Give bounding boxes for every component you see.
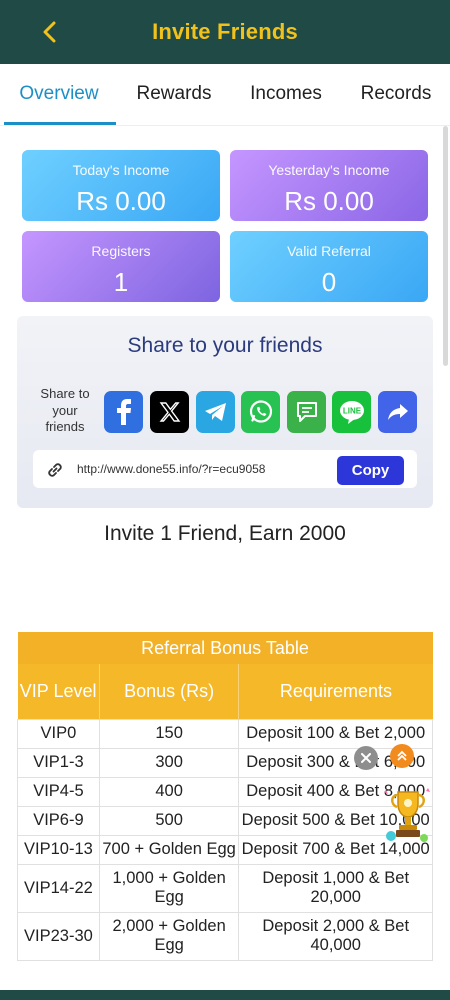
column-header-bonus: Bonus (Rs) <box>99 664 240 719</box>
stat-label: Valid Referral <box>287 243 371 259</box>
valid-referral-card: Valid Referral 0 <box>230 231 428 302</box>
table-row: VIP14-22 1,000 + Golden Egg Deposit 1,00… <box>17 863 433 913</box>
tab-bar: Overview Rewards Incomes Records <box>0 64 450 126</box>
bonus-cell: 2,000 + Golden Egg <box>98 911 240 961</box>
page-title: Invite Friends <box>152 19 298 44</box>
vip-level-cell: VIP1-3 <box>17 747 100 778</box>
vip-level-cell: VIP14-22 <box>17 863 100 913</box>
bonus-cell: 150 <box>98 718 240 749</box>
facebook-icon <box>116 399 131 425</box>
stat-label: Registers <box>91 243 151 259</box>
scrollbar[interactable] <box>443 126 448 366</box>
whatsapp-share-button[interactable] <box>241 391 280 433</box>
copy-button[interactable]: Copy <box>337 456 404 485</box>
stat-value: Rs 0.00 <box>284 186 374 216</box>
stat-label: Today's Income <box>72 162 170 178</box>
link-icon <box>48 463 62 477</box>
bottom-bar <box>0 990 450 1000</box>
yesterdays-income-card: Yesterday's Income Rs 0.00 <box>230 150 428 221</box>
todays-income-card: Today's Income Rs 0.00 <box>22 150 220 221</box>
facebook-share-button[interactable] <box>104 391 143 433</box>
sms-share-button[interactable] <box>287 391 326 433</box>
svg-text:LINE: LINE <box>342 407 361 416</box>
share-label: Share to your friends <box>40 386 90 434</box>
tab-incomes[interactable]: Incomes <box>230 64 342 124</box>
tab-overview[interactable]: Overview <box>0 64 118 124</box>
whatsapp-icon <box>249 400 272 423</box>
vip-level-cell: VIP4-5 <box>17 776 100 807</box>
referral-link-field: http://www.done55.info/?r=ecu9058 Copy <box>33 450 417 488</box>
requirements-cell: Deposit 1,000 & Bet 20,000 <box>238 863 433 913</box>
back-button[interactable] <box>36 18 62 46</box>
table-row: VIP0 150 Deposit 100 & Bet 2,000 <box>17 718 433 749</box>
telegram-icon <box>204 403 226 421</box>
requirements-cell: Deposit 2,000 & Bet 40,000 <box>238 911 433 961</box>
chevron-left-icon <box>43 21 56 43</box>
table-row: VIP4-5 400 Deposit 400 & Bet 8,000 <box>17 776 433 807</box>
table-row: VIP6-9 500 Deposit 500 & Bet 10,000 <box>17 805 433 836</box>
vip-level-cell: VIP23-30 <box>17 911 100 961</box>
share-panel: Share to your friends Share to your frie… <box>17 316 433 508</box>
share-title: Share to your friends <box>127 334 323 357</box>
bonus-cell: 1,000 + Golden Egg <box>98 863 240 913</box>
stat-value: 0 <box>321 267 337 297</box>
table-title: Referral Bonus Table <box>17 632 433 664</box>
bonus-cell: 500 <box>98 805 240 836</box>
trophy-reward-icon[interactable] <box>382 786 434 848</box>
double-chevron-up-icon <box>397 750 407 761</box>
close-icon <box>361 753 371 763</box>
close-floating-button[interactable] <box>354 746 378 770</box>
vip-level-cell: VIP0 <box>17 718 100 749</box>
bonus-cell: 400 <box>98 776 240 807</box>
line-icon: LINE <box>339 401 364 424</box>
x-icon <box>159 402 180 422</box>
stat-label: Yesterday's Income <box>268 162 390 178</box>
more-share-button[interactable] <box>378 391 417 433</box>
column-header-requirements: Requirements <box>238 664 433 719</box>
bonus-cell: 700 + Golden Egg <box>98 834 240 865</box>
table-row: VIP10-13 700 + Golden Egg Deposit 700 & … <box>17 834 433 865</box>
stat-value: 1 <box>113 267 129 297</box>
tab-rewards[interactable]: Rewards <box>118 64 230 124</box>
scroll-to-top-button[interactable] <box>390 744 414 768</box>
vip-level-cell: VIP10-13 <box>17 834 100 865</box>
active-tab-indicator <box>4 122 116 125</box>
vip-level-cell: VIP6-9 <box>17 805 100 836</box>
registers-card: Registers 1 <box>22 231 220 302</box>
table-row: VIP23-30 2,000 + Golden Egg Deposit 2,00… <box>17 911 433 961</box>
top-app-bar: Invite Friends <box>0 0 450 64</box>
invite-reward-text: Invite 1 Friend, Earn 2000 <box>104 522 346 545</box>
line-share-button[interactable]: LINE <box>332 391 371 433</box>
x-share-button[interactable] <box>150 391 189 433</box>
stat-value: Rs 0.00 <box>76 186 166 216</box>
bonus-cell: 300 <box>98 747 240 778</box>
tab-records[interactable]: Records <box>342 64 450 124</box>
referral-bonus-table: Referral Bonus Table VIP Level Bonus (Rs… <box>17 632 433 961</box>
referral-link-text: http://www.done55.info/?r=ecu9058 <box>77 462 266 476</box>
telegram-share-button[interactable] <box>196 391 235 433</box>
column-header-vip-level: VIP Level <box>17 664 100 719</box>
share-arrow-icon <box>387 404 408 420</box>
sms-icon <box>296 402 317 422</box>
